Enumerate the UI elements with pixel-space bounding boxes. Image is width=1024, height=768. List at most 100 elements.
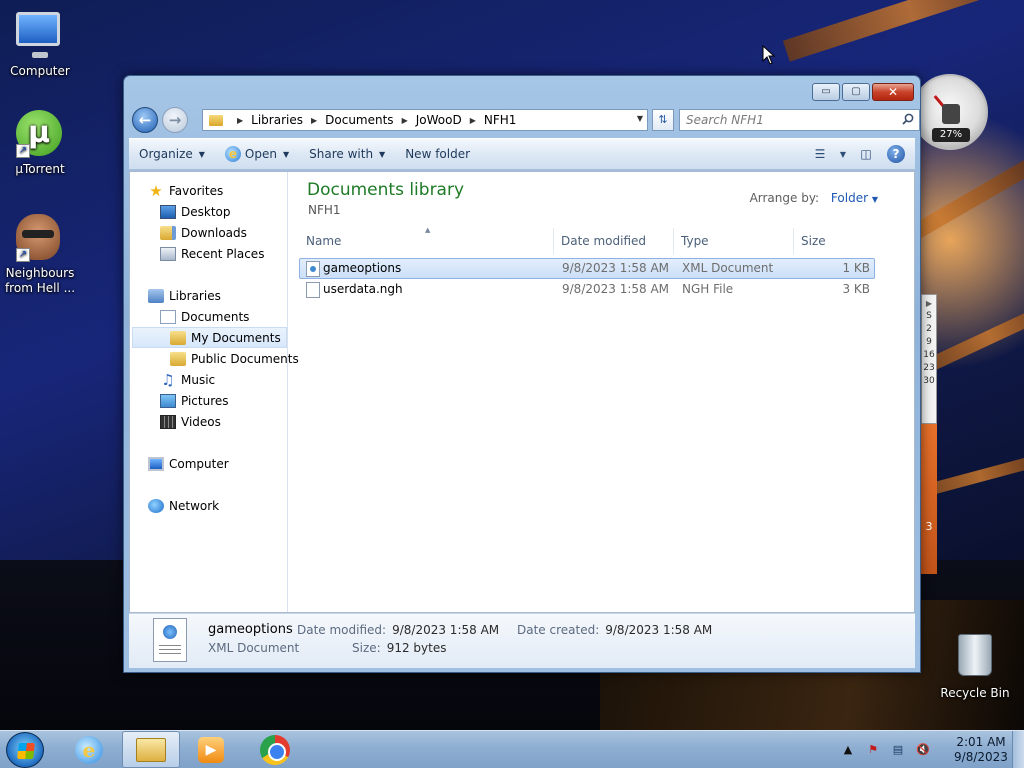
share-with-button[interactable]: Share with ▼ xyxy=(299,142,395,166)
network-globe-icon xyxy=(148,498,164,513)
details-date-modified: Date modified: 9/8/2023 1:58 AM xyxy=(297,623,499,637)
column-name[interactable]: Name xyxy=(299,228,554,254)
computer-icon xyxy=(148,456,164,471)
column-type[interactable]: Type xyxy=(674,228,794,254)
nav-item-pictures[interactable]: Pictures xyxy=(160,390,229,411)
nav-item-documents[interactable]: Documents xyxy=(160,306,249,327)
details-size-label: Size: xyxy=(352,641,381,655)
taskbar-internet-explorer[interactable]: e xyxy=(60,731,118,768)
nav-item-recent-places[interactable]: Recent Places xyxy=(160,243,264,264)
nav-item-libraries[interactable]: Libraries xyxy=(148,285,221,306)
nav-item-label: Recent Places xyxy=(181,246,265,261)
maximize-button[interactable]: ▢ xyxy=(842,83,870,101)
calendar-gadget[interactable]: ▶ S 2 9 16 23 30 xyxy=(921,294,937,424)
nav-item-label: My Documents xyxy=(191,330,281,345)
downloads-folder-icon xyxy=(160,225,176,240)
start-button[interactable] xyxy=(6,732,44,768)
game-character-icon: ↗ xyxy=(16,214,64,262)
nav-item-desktop[interactable]: Desktop xyxy=(160,201,231,222)
folder-icon xyxy=(170,330,186,345)
breadcrumb-jowood[interactable]: JoWooD xyxy=(416,113,462,127)
action-center-flag-icon[interactable]: ⚑ xyxy=(865,742,881,758)
calendar-letter: S xyxy=(926,311,932,321)
help-button[interactable]: ? xyxy=(883,143,909,165)
breadcrumb-documents[interactable]: Documents xyxy=(325,113,393,127)
clock[interactable]: 2:01 AM 9/8/2023 xyxy=(946,735,1016,765)
nav-item-network[interactable]: Network xyxy=(148,495,219,516)
refresh-button[interactable]: ⇅ xyxy=(652,109,674,131)
arrange-by: Arrange by: Folder ▼ xyxy=(750,191,878,205)
close-button[interactable]: ✕ xyxy=(872,83,914,101)
details-pane: gameoptions XML Document Date modified: 9… xyxy=(129,613,915,668)
documents-icon xyxy=(160,309,176,324)
minimize-button[interactable]: ▭ xyxy=(812,83,840,101)
nav-item-my-documents[interactable]: My Documents xyxy=(132,327,287,348)
calendar-extra-digit: 3 xyxy=(925,520,933,533)
taskbar-media-player[interactable]: ▶ xyxy=(182,731,240,768)
breadcrumb-libraries[interactable]: Libraries xyxy=(251,113,303,127)
file-row-userdata[interactable]: userdata.ngh 9/8/2023 1:58 AM NGH File 3… xyxy=(299,279,875,300)
network-status-icon[interactable]: ▤ xyxy=(890,742,906,758)
preview-pane-icon[interactable]: ◫ xyxy=(853,143,879,165)
folder-icon xyxy=(170,351,186,366)
clock-date: 9/8/2023 xyxy=(954,750,1008,764)
calendar-letter: 2 xyxy=(926,324,932,334)
cpu-meter-gadget[interactable]: 27% xyxy=(912,74,988,150)
desktop-icon-neighbours-from-hell[interactable]: ↗ Neighbours from Hell ... xyxy=(0,214,80,296)
folder-icon xyxy=(209,114,223,126)
show-hidden-icons-icon[interactable]: ▲ xyxy=(840,742,856,758)
desktop-icon-label: Recycle Bin xyxy=(940,686,1010,700)
back-button[interactable]: ← xyxy=(132,107,158,133)
arrange-by-dropdown[interactable]: Folder ▼ xyxy=(831,191,878,205)
utorrent-icon: µ ↗ xyxy=(16,110,64,158)
taskbar-chrome[interactable] xyxy=(246,731,304,768)
desktop-icon xyxy=(160,204,176,219)
desktop-icon-recycle-bin[interactable]: Recycle Bin xyxy=(935,632,1015,701)
new-folder-button[interactable]: New folder xyxy=(395,142,480,166)
nav-item-label: Documents xyxy=(181,309,250,324)
organize-button[interactable]: Organize ▼ xyxy=(129,142,215,166)
change-view-icon[interactable]: ☰ xyxy=(807,143,833,165)
search-icon[interactable] xyxy=(902,113,914,125)
volume-muted-icon[interactable]: 🔇 xyxy=(915,742,931,758)
file-row-gameoptions[interactable]: gameoptions 9/8/2023 1:58 AM XML Documen… xyxy=(299,258,875,279)
desktop-icon-label: µTorrent xyxy=(15,162,65,176)
taskbar-windows-explorer[interactable] xyxy=(122,731,180,768)
details-size-value: 912 bytes xyxy=(386,641,447,655)
breadcrumb-chevron-icon[interactable]: ▶ xyxy=(470,116,476,125)
open-button[interactable]: e Open ▼ xyxy=(215,142,299,166)
address-bar[interactable]: ▶ Libraries ▶ Documents ▶ JoWooD ▶ NFH1 … xyxy=(202,109,648,131)
nav-item-label: Computer xyxy=(169,456,229,471)
column-size[interactable]: Size xyxy=(794,228,874,254)
address-dropdown-icon[interactable]: ▼ xyxy=(637,114,643,123)
nav-item-favorites[interactable]: ★ Favorites xyxy=(148,180,223,201)
breadcrumb-chevron-icon[interactable]: ▶ xyxy=(237,116,243,125)
search-box xyxy=(679,109,920,131)
nav-item-label: Favorites xyxy=(169,183,224,198)
show-desktop-button[interactable] xyxy=(1012,731,1024,768)
desktop-icon-computer[interactable]: Computer xyxy=(0,8,80,79)
arrange-by-label: Arrange by: xyxy=(749,191,820,205)
calendar-letter: 16 xyxy=(923,350,935,360)
nav-item-downloads[interactable]: Downloads xyxy=(160,222,247,243)
details-date-modified-value: 9/8/2023 1:58 AM xyxy=(392,623,500,637)
view-options-dropdown-icon[interactable]: ▼ xyxy=(837,143,849,165)
breadcrumb-chevron-icon[interactable]: ▶ xyxy=(311,116,317,125)
nav-item-public-documents[interactable]: Public Documents xyxy=(170,348,299,369)
search-input[interactable] xyxy=(680,110,890,130)
column-date-modified[interactable]: Date modified xyxy=(554,228,674,254)
address-bar-row: ← → ▶ Libraries ▶ Documents ▶ JoWooD ▶ N… xyxy=(132,106,920,134)
desktop-icon-utorrent[interactable]: µ ↗ µTorrent xyxy=(0,110,80,177)
nav-item-computer[interactable]: Computer xyxy=(148,453,229,474)
nav-item-music[interactable]: ♫ Music xyxy=(160,369,215,390)
taskbar: e ▶ ▲ ⚑ ▤ 🔇 2:01 AM 9/8/2023 xyxy=(0,730,1024,768)
breadcrumb-nfh1[interactable]: NFH1 xyxy=(484,113,517,127)
nav-item-videos[interactable]: Videos xyxy=(160,411,221,432)
breadcrumb-chevron-icon[interactable]: ▶ xyxy=(402,116,408,125)
nav-item-label: Videos xyxy=(181,414,221,429)
chevron-down-icon: ▼ xyxy=(282,149,290,159)
forward-button[interactable]: → xyxy=(162,107,188,133)
folder-icon xyxy=(136,737,166,762)
recycle-bin-icon xyxy=(951,634,999,682)
media-player-icon: ▶ xyxy=(198,736,224,763)
